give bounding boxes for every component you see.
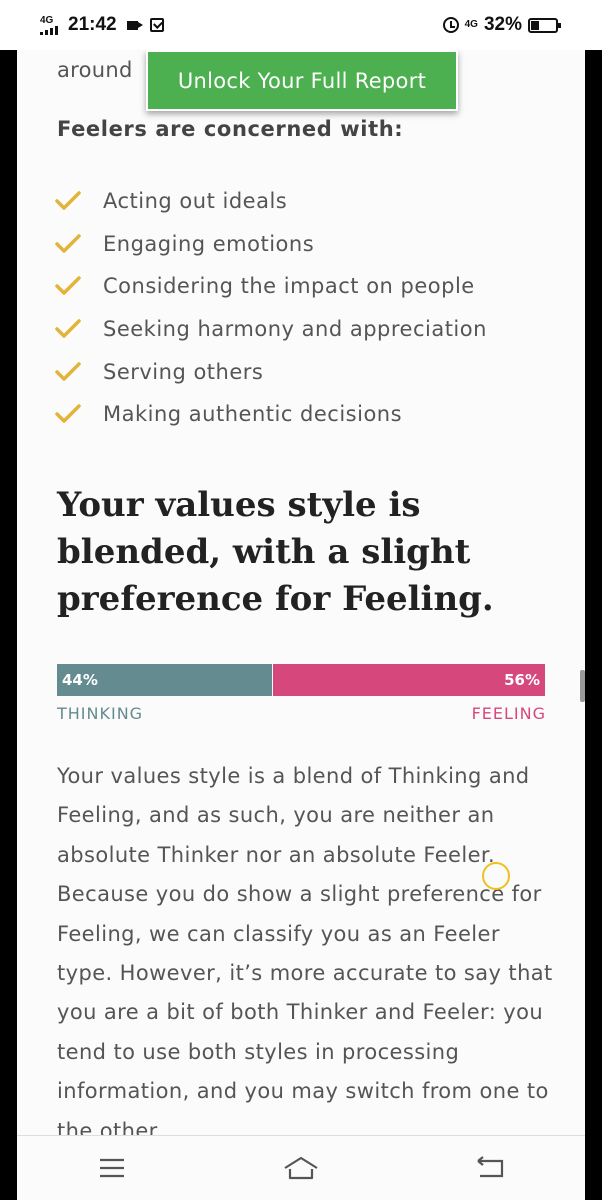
thinking-segment: 44% (57, 664, 272, 696)
list-item-label: Seeking harmony and appreciation (103, 317, 487, 342)
menu-icon (99, 1158, 124, 1178)
status-bar: 4G 21:42 4G 32% (0, 0, 602, 50)
list-item-label: Making authentic decisions (103, 402, 403, 427)
feelers-heading: Feelers are concerned with: (57, 117, 404, 141)
video-camera-icon (126, 20, 143, 30)
description-paragraph: Your values style is a blend of Thinking… (57, 764, 553, 1135)
list-item: Considering the impact on people (55, 265, 487, 308)
message-icon (149, 18, 164, 32)
scrollbar-thumb[interactable] (580, 670, 585, 702)
list-item: Making authentic decisions (55, 393, 487, 436)
list-item-label: Considering the impact on people (103, 274, 475, 299)
list-item-label: Engaging emotions (103, 231, 315, 256)
checkmark-icon (55, 404, 81, 424)
alarm-icon (442, 17, 459, 33)
home-icon (284, 1156, 318, 1180)
back-button[interactable] (470, 1153, 510, 1183)
list-item: Seeking harmony and appreciation (55, 308, 487, 351)
checkmark-icon (55, 319, 81, 338)
status-left: 4G 21:42 (40, 14, 164, 36)
list-item-label: Acting out ideals (103, 189, 288, 214)
list-item-label: Serving others (103, 359, 264, 384)
thinking-label: THINKING (57, 704, 144, 723)
clock: 21:42 (68, 14, 117, 35)
battery-icon (528, 17, 561, 33)
network-type-right: 4G (464, 19, 478, 30)
network-type-left: 4G (40, 14, 54, 26)
battery-percent: 32% (483, 14, 522, 35)
menu-button[interactable] (92, 1153, 132, 1183)
list-item: Acting out ideals (55, 180, 487, 223)
feeling-percent: 56% (504, 671, 540, 689)
list-item: Serving others (55, 350, 487, 393)
feeling-segment: 56% (272, 664, 545, 696)
preference-bar: 44% 56% (57, 664, 545, 696)
checkmark-icon (55, 234, 81, 253)
feeling-label: FEELING (471, 704, 546, 723)
back-icon (477, 1156, 504, 1178)
signal-icon: 4G (40, 14, 58, 35)
partial-text: around (57, 58, 133, 82)
checkmark-icon (55, 361, 81, 381)
checkmark-icon (55, 276, 81, 296)
page-content[interactable]: around Unlock Your Full Report Feelers a… (17, 50, 585, 1135)
touch-indicator (482, 862, 510, 890)
checkmark-icon (55, 191, 81, 211)
concern-list: Acting out ideals Engaging emotions Cons… (55, 180, 487, 436)
status-right: 4G 32% (442, 14, 561, 36)
thinking-percent: 44% (62, 671, 98, 689)
unlock-report-button[interactable]: Unlock Your Full Report (146, 50, 458, 111)
navigation-bar (17, 1135, 585, 1200)
values-style-heading: Your values style is blended, with a sli… (57, 485, 494, 619)
list-item: Engaging emotions (55, 223, 487, 266)
home-button[interactable] (281, 1153, 321, 1183)
